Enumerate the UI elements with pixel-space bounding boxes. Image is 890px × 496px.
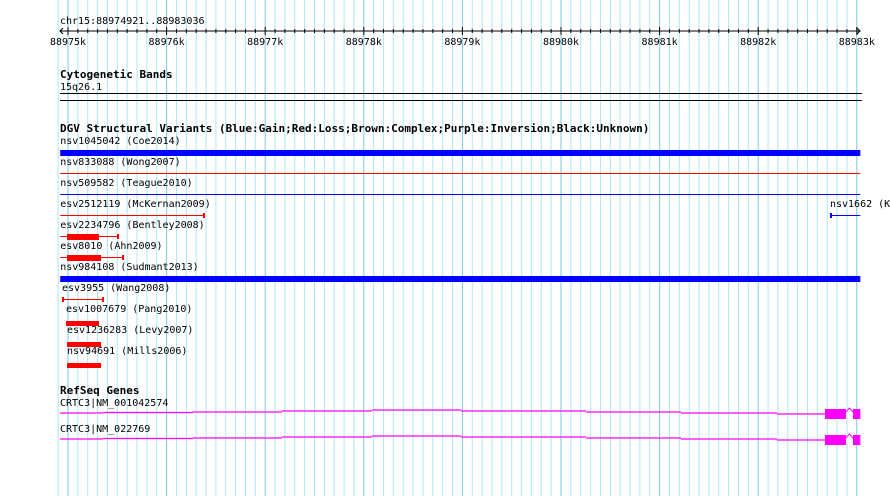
variant-label: esv8010 (Ahn2009) <box>60 241 162 252</box>
gene-exon[interactable] <box>852 409 861 419</box>
variant-bar[interactable] <box>67 363 102 368</box>
ruler-tick-label: 88979k <box>444 37 480 48</box>
gene-label: CRTC3|NM_001042574 <box>60 398 168 409</box>
cytoband-label: 15q26.1 <box>60 82 102 93</box>
variant-end-cap <box>122 255 125 260</box>
location-label: chr15:88974921..88983036 <box>60 16 205 27</box>
variant-end-cap <box>61 297 64 302</box>
variant-label: nsv509582 (Teague2010) <box>60 178 192 189</box>
variant-label: nsv984108 (Sudmant2013) <box>60 262 198 273</box>
variant-bar[interactable] <box>60 150 861 156</box>
variant-end-cap <box>202 213 205 218</box>
ruler-tick-label: 88975k <box>50 37 86 48</box>
variant-end-cap <box>101 297 104 302</box>
track-title-dgv: DGV Structural Variants (Blue:Gain;Red:L… <box>60 122 649 135</box>
ruler-tick-label: 88977k <box>247 37 283 48</box>
variant-label: esv1236283 (Levy2007) <box>67 325 193 336</box>
variant-label: esv2512119 (McKernan2009) <box>60 199 211 210</box>
gene-exon[interactable] <box>852 435 861 445</box>
variant-label: nsv94691 (Mills2006) <box>67 346 187 357</box>
variant-thick-region[interactable] <box>67 234 99 240</box>
variant-label: nsv1662 (K <box>830 199 890 210</box>
track-title-cytobands: Cytogenetic Bands <box>60 68 173 81</box>
gene-exon[interactable] <box>824 409 846 419</box>
variant-bar[interactable] <box>60 276 861 282</box>
ruler-tick-label: 88981k <box>642 37 678 48</box>
variant-label: nsv833088 (Wong2007) <box>60 157 180 168</box>
variant-end-cap <box>829 213 832 218</box>
variant-label: esv1007679 (Pang2010) <box>66 304 192 315</box>
ruler-tick-label: 88982k <box>740 37 776 48</box>
variant-label: esv2234796 (Bentley2008) <box>60 220 205 231</box>
ruler-tick-label: 88980k <box>543 37 579 48</box>
ruler-tick-label: 88978k <box>346 37 382 48</box>
ruler-tick-label: 88983k <box>839 37 875 48</box>
variant-label: nsv1045042 (Coe2014) <box>60 136 180 147</box>
variant-label: esv3955 (Wang2008) <box>62 283 170 294</box>
gene-exon[interactable] <box>824 435 846 445</box>
track-title-refseq: RefSeq Genes <box>60 384 139 397</box>
ruler-tick-label: 88976k <box>149 37 185 48</box>
gene-label: CRTC3|NM_022769 <box>60 424 150 435</box>
variant-end-cap <box>116 234 119 239</box>
variant-thick-region[interactable] <box>67 255 102 261</box>
genome-browser-panel[interactable]: chr15:88974921..88983036 88975k 88976k 8897… <box>0 0 890 496</box>
